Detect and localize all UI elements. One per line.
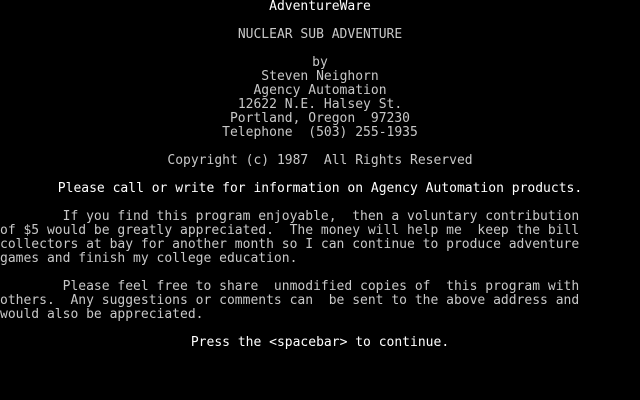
paragraph-line: Please feel free to share unmodified cop… (0, 280, 580, 294)
game-title: NUCLEAR SUB ADVENTURE (237, 28, 403, 42)
brand-line: AdventureWare (269, 0, 371, 14)
paragraph-line: would also be appreciated. (0, 308, 204, 322)
continue-prompt[interactable]: Press the <spacebar> to continue. (0, 336, 640, 350)
by-line: by (312, 56, 328, 70)
author-name: Steven Neighorn (261, 70, 379, 84)
paragraph-line: collectors at bay for another month so I… (0, 238, 580, 252)
paragraph-line: games and finish my college education. (0, 252, 298, 266)
telephone: Telephone (503) 255-1935 (222, 126, 418, 140)
company-name: Agency Automation (253, 84, 387, 98)
copyright-notice: Copyright (c) 1987 All Rights Reserved (167, 154, 473, 168)
title-screen: AdventureWare NUCLEAR SUB ADVENTURE by S… (0, 0, 640, 400)
city-address: Portland, Oregon 97230 (229, 112, 410, 126)
call-to-action: Please call or write for information on … (57, 182, 583, 196)
paragraph-line: If you find this program enjoyable, then… (0, 210, 580, 224)
street-address: 12622 N.E. Halsey St. (237, 98, 403, 112)
paragraph-line: of $5 would be greatly appreciated. The … (0, 224, 580, 238)
paragraph-line: others. Any suggestions or comments can … (0, 294, 580, 308)
